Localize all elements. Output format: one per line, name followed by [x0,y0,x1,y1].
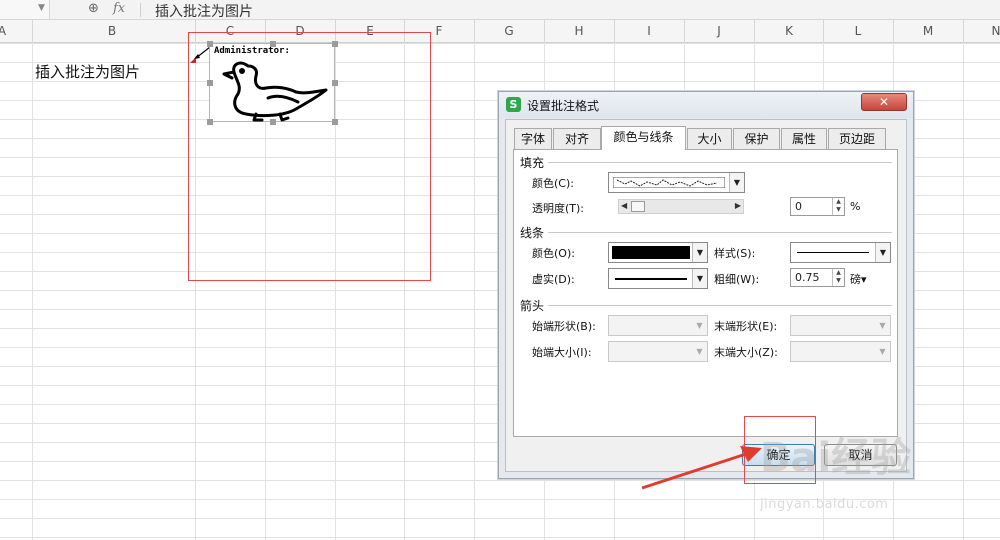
formula-bar: ▼ ⊕ fx 插入批注为图片 [0,0,1000,20]
column-header: A B C D E F G H I J K L M N [0,20,1000,43]
chevron-down-icon[interactable]: ▼ [38,3,45,13]
chevron-down-icon[interactable]: ▼ [692,269,707,288]
goose-image[interactable] [218,54,334,122]
tab-font[interactable]: 字体 [514,128,552,149]
slider-thumb[interactable] [631,201,645,212]
begin-size-label: 始端大小(I): [532,346,592,359]
section-arrows: 箭头 [520,299,545,313]
column-header-b[interactable]: B [102,24,122,38]
begin-size-combo[interactable]: ▼ [608,341,708,362]
transparency-spinner[interactable]: 0 ▲ ▼ [790,197,845,216]
transparency-label: 透明度(T): [532,202,585,215]
column-header-j[interactable]: J [709,24,729,38]
end-style-label: 末端形状(E): [714,320,778,333]
column-header-n[interactable]: N [986,24,1000,38]
line-weight-unit[interactable]: 磅▾ [850,271,867,287]
column-header-f[interactable]: F [429,24,449,38]
end-style-combo[interactable]: ▼ [790,315,891,336]
tab-alignment[interactable]: 对齐 [553,128,601,149]
line-weight-label: 粗细(W): [714,273,760,286]
scroll-right-icon[interactable]: ▶ [735,201,741,210]
app-logo-icon: S [506,97,521,112]
line-style-combo[interactable]: ▼ [790,242,891,263]
close-button[interactable]: ✕ [861,93,907,111]
comment-box[interactable]: Administrator: [207,41,338,125]
line-color-label: 颜色(O): [532,247,575,260]
dialog-titlebar[interactable]: S 设置批注格式 ✕ [499,92,913,118]
tab-panel-colors-lines: 填充 颜色(C): ▼ 透明度(T): ◀ ▶ 0 ▲ ▼ % 线条 颜色(O)… [513,149,898,437]
transparency-slider[interactable]: ◀ ▶ [618,199,744,214]
resize-handle-sw[interactable] [207,119,213,125]
column-header-l[interactable]: L [848,24,868,38]
line-weight-spinner[interactable]: 0.75 ▲ ▼ [790,268,845,287]
tab-size[interactable]: 大小 [687,128,732,149]
fill-color-combo[interactable]: ▼ [608,172,745,193]
watermark-site: jingyan.baidu.com [760,497,889,512]
line-style-label: 样式(S): [714,247,756,260]
fx-icon[interactable]: fx [113,1,125,16]
resize-handle-s[interactable] [270,119,276,125]
begin-style-combo[interactable]: ▼ [608,315,708,336]
baidu-watermark: Bai经验 jingyan.baidu.com [760,425,1000,525]
end-size-label: 末端大小(Z): [714,346,778,359]
fill-color-label: 颜色(C): [532,177,574,190]
formula-content[interactable]: 插入批注为图片 [155,1,253,21]
name-box[interactable]: ▼ [0,0,50,19]
chevron-down-icon[interactable]: ▼ [692,243,707,262]
divider [140,3,141,17]
resize-handle-e[interactable] [332,80,338,86]
spinner-updown-icon[interactable]: ▲ ▼ [832,269,844,286]
annotation-arrow [641,446,762,490]
chevron-down-icon[interactable]: ▼ [875,342,890,361]
begin-style-label: 始端形状(B): [532,320,596,333]
line-weight-value[interactable]: 0.75 [795,271,820,284]
column-header-g[interactable]: G [499,24,519,38]
section-fill: 填充 [520,156,545,170]
chevron-down-icon[interactable]: ▼ [875,316,890,335]
tab-colors-lines[interactable]: 颜色与线条 [601,126,686,150]
resize-handle-n[interactable] [270,41,276,47]
resize-handle-w[interactable] [207,80,213,86]
column-header-m[interactable]: M [918,24,938,38]
zoom-icon[interactable]: ⊕ [88,1,99,16]
resize-handle-se[interactable] [332,119,338,125]
chevron-down-icon[interactable]: ▼ [729,173,744,192]
section-line: 线条 [520,226,545,240]
line-color-swatch [612,246,690,259]
dash-preview [615,278,687,280]
spreadsheet-window: ▼ ⊕ fx 插入批注为图片 A B C D E F G H I J K L M… [0,0,1000,540]
transparency-value[interactable]: 0 [795,200,802,213]
percent-sign: % [850,200,861,213]
column-header-a[interactable]: A [0,24,12,38]
column-header-i[interactable]: I [639,24,659,38]
dash-combo[interactable]: ▼ [608,268,708,289]
resize-handle-nw[interactable] [207,41,213,47]
fill-texture-swatch [613,177,725,188]
resize-handle-ne[interactable] [332,41,338,47]
tab-properties[interactable]: 属性 [781,128,827,149]
dialog-title: 设置批注格式 [527,99,600,113]
tab-protection[interactable]: 保护 [733,128,780,149]
chevron-down-icon[interactable]: ▼ [692,316,707,335]
dash-label: 虚实(D): [532,273,575,286]
line-style-preview [797,252,869,253]
column-header-k[interactable]: K [779,24,799,38]
tab-margins[interactable]: 页边距 [828,128,886,149]
watermark-logo: Bai经验 [760,435,912,481]
scroll-left-icon[interactable]: ◀ [621,201,627,210]
column-header-h[interactable]: H [569,24,589,38]
end-size-combo[interactable]: ▼ [790,341,891,362]
dialog-body: 字体 对齐 颜色与线条 大小 保护 属性 页边距 填充 颜色(C): ▼ 透明度… [505,119,907,472]
chevron-down-icon[interactable]: ▼ [692,342,707,361]
format-comment-dialog: S 设置批注格式 ✕ 字体 对齐 颜色与线条 大小 保护 属性 页边距 填充 颜… [498,91,914,479]
spinner-updown-icon[interactable]: ▲ ▼ [832,198,844,215]
line-color-combo[interactable]: ▼ [608,242,708,263]
cell-b2-text[interactable]: 插入批注为图片 [35,61,140,82]
chevron-down-icon[interactable]: ▼ [875,243,890,262]
